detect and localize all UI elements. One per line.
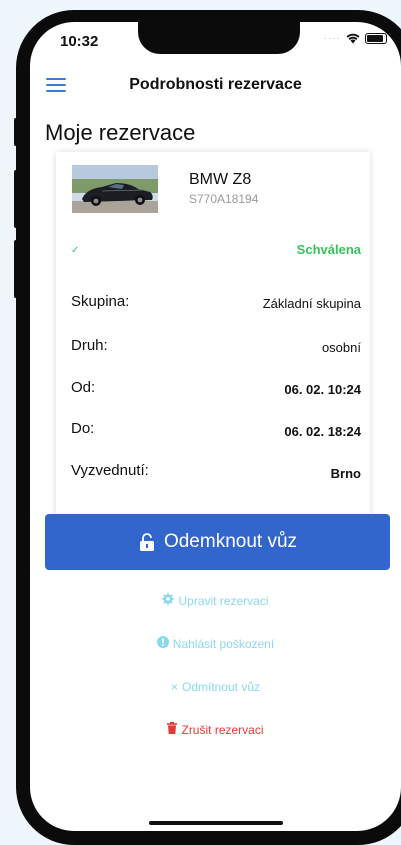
unlock-car-button[interactable]: Odemknout vůz	[45, 514, 390, 570]
unlock-car-label: Odemknout vůz	[163, 531, 298, 552]
status-icons: ····	[324, 33, 387, 44]
row-value-type: osobní	[321, 340, 361, 355]
row-value-to: 06. 02. 18:24	[284, 424, 361, 439]
page-title: Moje rezervace	[45, 120, 196, 145]
gear-icon	[162, 593, 175, 608]
wifi-icon	[346, 33, 360, 44]
cancel-reservation-label: Zrušit rezervaci	[181, 722, 264, 737]
nav-title: Podrobnosti rezervace	[129, 76, 302, 93]
screen: 10:32 ···· Podrobnosti rezervace Moje re…	[30, 22, 401, 831]
row-value-group: Základní skupina	[262, 296, 361, 311]
report-damage-label: Nahlásit poškození	[172, 636, 275, 651]
row-label-pickup: Vyzvednutí:	[71, 462, 149, 479]
row-label-from: Od:	[71, 379, 96, 396]
decline-car-link[interactable]: × Odmítnout vůz	[30, 679, 401, 694]
cancel-reservation-link[interactable]: Zrušit rezervaci	[30, 722, 401, 737]
status-time: 10:32	[60, 33, 99, 50]
notch	[138, 22, 300, 54]
trash-icon	[167, 722, 178, 737]
row-label-to: Do:	[71, 420, 95, 437]
unlock-icon	[139, 533, 154, 551]
signal-icon: ····	[323, 33, 341, 44]
status-badge: Schválena	[296, 242, 361, 257]
reservation-card: BMW Z8 S770A18194 ✓ Schválena Skupina: Z…	[56, 152, 370, 534]
battery-icon	[365, 33, 387, 44]
nav-bar: Podrobnosti rezervace	[30, 70, 401, 100]
car-name: BMW Z8	[189, 171, 252, 188]
row-label-type: Druh:	[71, 337, 108, 354]
report-damage-link[interactable]: Nahlásit poškození	[30, 636, 401, 651]
row-label-group: Skupina:	[71, 293, 130, 310]
info-icon	[156, 636, 169, 651]
check-icon: ✓	[71, 245, 80, 256]
close-icon: ×	[170, 679, 178, 694]
car-image	[72, 165, 158, 213]
edit-reservation-link[interactable]: Upravit rezervaci	[30, 593, 401, 608]
row-value-pickup: Brno	[330, 466, 361, 481]
home-indicator[interactable]	[149, 821, 283, 825]
car-plate: S770A18194	[189, 192, 259, 206]
decline-car-label: Odmítnout vůz	[181, 679, 261, 694]
row-value-from: 06. 02. 10:24	[284, 382, 361, 397]
edit-reservation-label: Upravit rezervaci	[178, 593, 269, 608]
